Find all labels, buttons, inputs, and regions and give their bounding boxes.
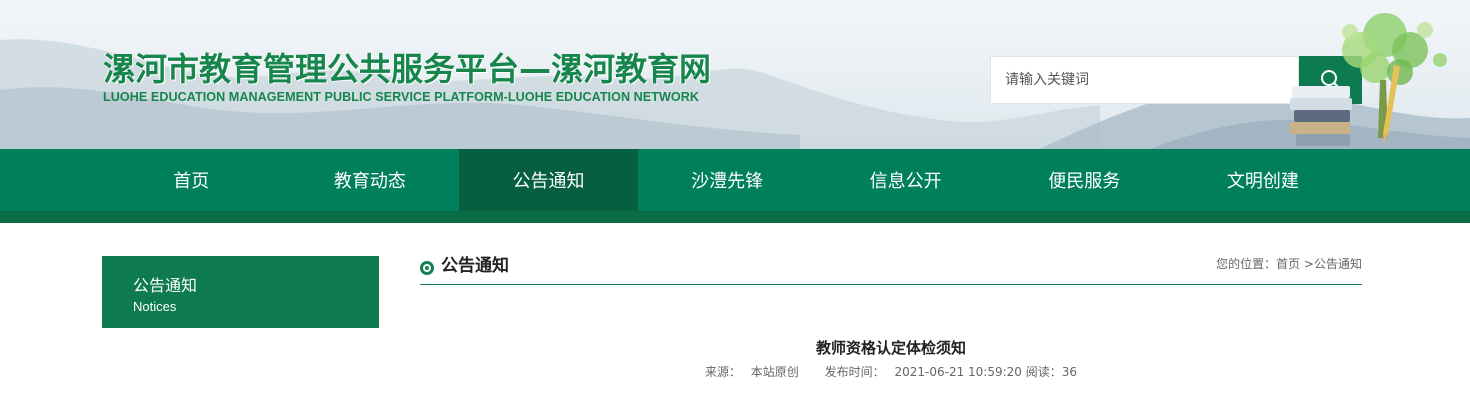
breadcrumb-separator: > xyxy=(1300,257,1314,271)
breadcrumb-current-link[interactable]: 公告通知 xyxy=(1314,257,1362,271)
nav-item-information-disclosure[interactable]: 信息公开 xyxy=(816,149,995,211)
content-header: 公告通知 您的位置：首页 >公告通知 xyxy=(420,252,1362,285)
breadcrumb-prefix: 您的位置： xyxy=(1216,257,1277,271)
nav-item-civilization[interactable]: 文明创建 xyxy=(1174,149,1353,211)
nav-item-shali-pioneer[interactable]: 沙澧先锋 xyxy=(638,149,817,211)
site-logo[interactable]: 漯河市教育管理公共服务平台—漯河教育网 LUOHE EDUCATION MANA… xyxy=(103,50,711,104)
nav-item-public-services[interactable]: 便民服务 xyxy=(995,149,1174,211)
views-value: 36 xyxy=(1061,365,1078,379)
sidebar-title-cn: 公告通知 xyxy=(133,276,198,295)
section-bullet-icon xyxy=(420,261,434,275)
logo-title-cn: 漯河市教育管理公共服务平台—漯河教育网 xyxy=(103,50,712,88)
logo-title-en: LUOHE EDUCATION MANAGEMENT PUBLIC SERVIC… xyxy=(103,90,700,104)
views-label: 阅读： xyxy=(1025,365,1062,379)
source-value: 本站原创 xyxy=(750,365,799,379)
site-header: 漯河市教育管理公共服务平台—漯河教育网 LUOHE EDUCATION MANA… xyxy=(0,0,1470,149)
article-title: 教师资格认定体检须知 xyxy=(815,339,966,357)
search-input[interactable] xyxy=(990,56,1299,104)
breadcrumb-home-link[interactable]: 首页 xyxy=(1276,257,1300,271)
nav-item-education-news[interactable]: 教育动态 xyxy=(281,149,460,211)
sidebar-section-header[interactable]: 公告通知 Notices xyxy=(102,256,379,328)
nav-item-notices[interactable]: 公告通知 xyxy=(459,149,638,211)
breadcrumb: 您的位置：首页 >公告通知 xyxy=(1216,256,1362,272)
source-label: 来源： xyxy=(704,365,741,379)
nav-bottom-strip xyxy=(0,211,1470,223)
article-meta: 来源： 本站原创 发布时间： 2021-06-21 10:59:20 阅读：36 xyxy=(420,364,1362,380)
tree-books-decoration-icon xyxy=(1290,13,1447,146)
date-label: 发布时间： xyxy=(824,365,885,379)
nav-list: 首页 教育动态 公告通知 沙澧先锋 信息公开 便民服务 文明创建 xyxy=(102,149,1352,211)
main-nav: 首页 教育动态 公告通知 沙澧先锋 信息公开 便民服务 文明创建 xyxy=(0,149,1470,211)
section-title: 公告通知 xyxy=(441,256,509,276)
sidebar-title-en: Notices xyxy=(133,299,177,314)
nav-item-home[interactable]: 首页 xyxy=(102,149,281,211)
date-value: 2021-06-21 10:59:20 xyxy=(894,365,1022,379)
